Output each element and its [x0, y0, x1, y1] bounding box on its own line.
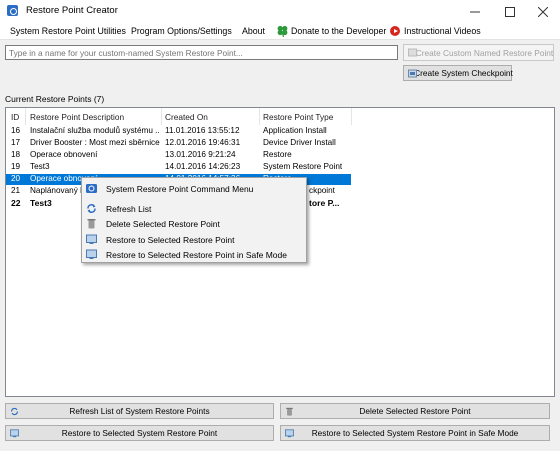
table-row[interactable]: 19 Test3 14.01.2016 14:26:23 System Rest…: [6, 162, 351, 173]
cell-id: 22: [11, 198, 21, 208]
app-icon: [86, 184, 97, 193]
refresh-icon: [87, 204, 96, 213]
create-system-checkpoint-button[interactable]: Create System Checkpoint: [403, 65, 513, 81]
column-divider[interactable]: [161, 108, 162, 125]
restore-safe-mode-label: Restore to Selected System Restore Point…: [311, 428, 519, 438]
restore-icon: [86, 249, 97, 259]
context-menu-refresh[interactable]: Refresh List: [82, 201, 306, 216]
cell-id: 18: [11, 150, 21, 159]
column-header-id[interactable]: ID: [11, 112, 19, 122]
cell-type: System Restore Point: [263, 162, 343, 171]
cell-id: 20: [11, 174, 21, 183]
context-menu-delete[interactable]: Delete Selected Restore Point: [82, 216, 306, 231]
column-header-created-on[interactable]: Created On: [165, 112, 208, 122]
title-bar: Restore Point Creator: [0, 0, 560, 23]
table-row[interactable]: 18 Operace obnovení 13.01.2016 9:21:24 R…: [6, 150, 351, 161]
context-menu-restore-safe-mode[interactable]: Restore to Selected Restore Point in Saf…: [82, 247, 306, 262]
context-menu-restore[interactable]: Restore to Selected Restore Point: [82, 232, 306, 247]
cell-created-on: 13.01.2016 9:21:24: [165, 150, 236, 159]
cell-type: Restore: [263, 150, 292, 159]
table-row[interactable]: 16 Instalační služba modulů systému ... …: [6, 126, 351, 137]
list-header: ID Restore Point Description Created On …: [6, 108, 554, 125]
maximize-button[interactable]: [493, 0, 527, 23]
create-custom-label: Create Custom Named Restore Point: [415, 47, 554, 58]
refresh-icon: [11, 407, 18, 416]
cell-type: ckpoint: [309, 186, 335, 195]
restore-icon: [10, 429, 19, 438]
close-icon: [538, 6, 548, 17]
restore-safe-mode-button[interactable]: Restore to Selected System Restore Point…: [280, 425, 550, 441]
restore-icon: [285, 429, 294, 438]
restore-points-label: Current Restore Points (7): [5, 94, 105, 104]
delete-selected-button[interactable]: Delete Selected Restore Point: [280, 403, 550, 419]
minimize-icon: [470, 11, 480, 12]
context-menu-title: System Restore Point Command Menu: [82, 181, 306, 196]
table-row[interactable]: 17 Driver Booster : Most mezi sběrnice..…: [6, 138, 351, 149]
create-custom-restore-point-button[interactable]: Create Custom Named Restore Point: [403, 44, 554, 61]
cell-type: tore P...: [309, 198, 340, 208]
menu-options[interactable]: Program Options/Settings: [131, 26, 232, 36]
restore-selected-label: Restore to Selected System Restore Point: [61, 428, 218, 438]
delete-selected-label: Delete Selected Restore Point: [359, 406, 471, 416]
trash-icon: [87, 219, 96, 229]
restore-selected-button[interactable]: Restore to Selected System Restore Point: [5, 425, 274, 441]
cell-id: 17: [11, 138, 21, 147]
context-menu: System Restore Point Command Menu Refres…: [81, 177, 307, 263]
checkpoint-icon: [408, 48, 417, 57]
menu-bar: System Restore Point Utilities Program O…: [0, 23, 560, 40]
cell-description: Operace obnovení: [30, 150, 98, 159]
window-title: Restore Point Creator: [26, 5, 118, 16]
close-button[interactable]: [526, 0, 560, 23]
menu-about[interactable]: About: [242, 26, 265, 36]
refresh-list-label: Refresh List of System Restore Points: [69, 406, 210, 416]
column-divider[interactable]: [25, 108, 26, 125]
column-divider[interactable]: [259, 108, 260, 125]
column-divider[interactable]: [351, 108, 352, 125]
column-header-description[interactable]: Restore Point Description: [30, 112, 124, 122]
video-play-icon: [390, 26, 400, 36]
cell-id: 16: [11, 126, 21, 135]
cell-type: Device Driver Install: [263, 138, 336, 147]
cell-id: 21: [11, 186, 21, 195]
minimize-button[interactable]: [458, 0, 492, 23]
menu-donate[interactable]: Donate to the Developer: [291, 26, 386, 36]
restore-icon: [86, 234, 97, 244]
clover-icon: [277, 25, 288, 37]
cell-id: 19: [11, 162, 21, 171]
create-checkpoint-label: Create System Checkpoint: [414, 68, 513, 78]
app-icon: [7, 5, 18, 16]
maximize-icon: [505, 6, 515, 17]
trash-icon: [286, 407, 293, 416]
menu-utilities[interactable]: System Restore Point Utilities: [10, 26, 126, 36]
restore-point-name-input[interactable]: [5, 45, 398, 60]
cell-description: Driver Booster : Most mezi sběrnice...: [30, 138, 160, 147]
menu-videos[interactable]: Instructional Videos: [404, 26, 481, 36]
cell-created-on: 12.01.2016 19:46:31: [165, 138, 241, 147]
cell-description: Instalační služba modulů systému ...: [30, 126, 160, 135]
column-header-type[interactable]: Restore Point Type: [263, 112, 333, 122]
cell-type: Application Install: [263, 126, 327, 135]
refresh-list-button[interactable]: Refresh List of System Restore Points: [5, 403, 274, 419]
cell-created-on: 14.01.2016 14:26:23: [165, 162, 241, 171]
cell-description: Test3: [30, 162, 50, 171]
checkpoint-icon: [408, 69, 417, 78]
cell-created-on: 11.01.2016 13:55:12: [165, 126, 240, 135]
